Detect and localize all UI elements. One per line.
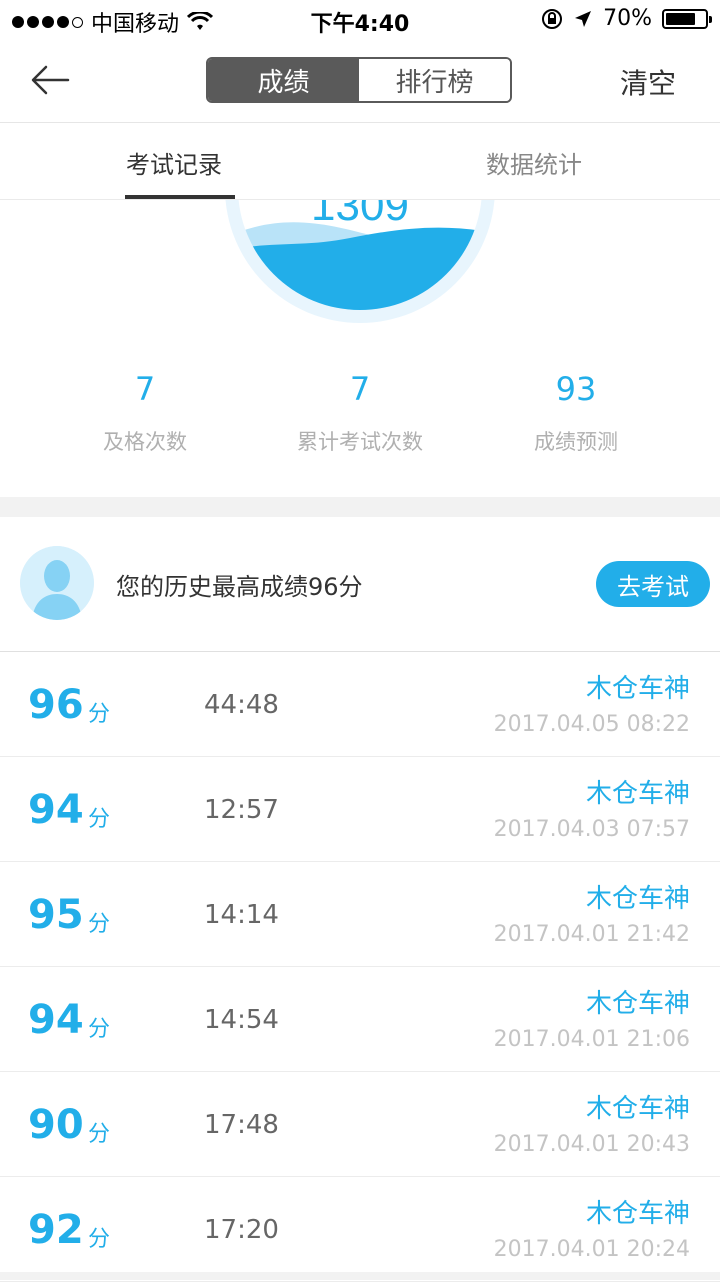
segment-score[interactable]: 成绩 xyxy=(208,59,359,101)
rotation-lock-icon xyxy=(542,8,563,29)
record-duration: 14:14 xyxy=(204,900,279,930)
stat-label: 累计考试次数 xyxy=(297,430,423,454)
record-name: 木仓车神 xyxy=(585,989,690,1019)
record-score-unit: 分 xyxy=(88,1122,111,1147)
record-score: 94 xyxy=(28,787,84,833)
record-name: 木仓车神 xyxy=(585,779,690,809)
record-score-unit: 分 xyxy=(88,1017,111,1042)
record-row[interactable]: 90 分 17:48 木仓车神 2017.04.01 20:43 xyxy=(0,1072,720,1177)
segment-ranking[interactable]: 排行榜 xyxy=(359,59,510,101)
record-row[interactable]: 94 分 12:57 木仓车神 2017.04.03 07:57 xyxy=(0,757,720,862)
record-date: 2017.04.05 08:22 xyxy=(493,712,690,737)
status-bar: 中国移动 下午4:40 70% xyxy=(0,0,720,40)
stat-value: 7 xyxy=(349,370,371,408)
stats-row: 7 及格次数 7 累计考试次数 93 成绩预测 xyxy=(0,360,720,500)
nav-bar: 成绩 排行榜 清空 xyxy=(0,40,720,123)
record-duration: 14:54 xyxy=(204,1005,279,1035)
battery-percent: 70% xyxy=(603,6,652,31)
gauge-value: 1309 xyxy=(311,200,409,230)
record-score: 94 xyxy=(28,997,84,1043)
record-row[interactable]: 95 分 14:14 木仓车神 2017.04.01 21:42 xyxy=(0,862,720,967)
tab-statistics[interactable]: 数据统计 xyxy=(486,145,582,180)
stat-prediction: 93 成绩预测 xyxy=(466,370,686,456)
take-exam-button[interactable]: 去考试 xyxy=(596,561,710,607)
record-score-unit: 分 xyxy=(88,807,111,832)
records-list: 96 分 44:48 木仓车神 2017.04.05 08:22 94 分 12… xyxy=(0,652,720,1282)
record-row[interactable]: 96 分 44:48 木仓车神 2017.04.05 08:22 xyxy=(0,652,720,757)
battery-icon xyxy=(662,8,712,29)
tab-bar: 考试记录 数据统计 xyxy=(0,123,720,200)
record-score: 95 xyxy=(28,892,84,938)
record-score: 96 xyxy=(28,682,84,728)
back-arrow-icon[interactable] xyxy=(28,58,72,102)
user-avatar-icon xyxy=(20,546,94,620)
bottom-divider xyxy=(0,1272,720,1280)
tab-exam-records[interactable]: 考试记录 xyxy=(126,145,222,180)
best-score-row: 您的历史最高成绩96分 去考试 xyxy=(0,517,720,652)
stat-total-exams: 7 累计考试次数 xyxy=(250,370,470,456)
record-date: 2017.04.01 20:43 xyxy=(493,1132,690,1157)
avatar xyxy=(20,546,94,620)
record-name: 木仓车神 xyxy=(585,1199,690,1229)
stat-label: 成绩预测 xyxy=(534,430,618,454)
stat-pass-count: 7 及格次数 xyxy=(35,370,255,456)
record-duration: 17:20 xyxy=(204,1215,279,1245)
section-divider xyxy=(0,497,720,517)
record-duration: 44:48 xyxy=(204,690,279,720)
record-date: 2017.04.03 07:57 xyxy=(493,817,690,842)
record-row[interactable]: 94 分 14:54 木仓车神 2017.04.01 21:06 xyxy=(0,967,720,1072)
stat-label: 及格次数 xyxy=(103,430,187,454)
record-score: 90 xyxy=(28,1102,84,1148)
segment-control: 成绩 排行榜 xyxy=(206,57,512,103)
record-score-unit: 分 xyxy=(88,702,111,727)
tab-underline xyxy=(125,195,235,199)
record-date: 2017.04.01 20:24 xyxy=(493,1237,690,1262)
record-date: 2017.04.01 21:42 xyxy=(493,922,690,947)
record-row[interactable]: 92 分 17:20 木仓车神 2017.04.01 20:24 xyxy=(0,1177,720,1282)
record-date: 2017.04.01 21:06 xyxy=(493,1027,690,1052)
record-score: 92 xyxy=(28,1207,84,1253)
location-icon xyxy=(575,10,592,27)
record-score-unit: 分 xyxy=(88,1227,111,1252)
record-duration: 12:57 xyxy=(204,795,279,825)
record-name: 木仓车神 xyxy=(585,884,690,914)
stat-value: 7 xyxy=(134,370,156,408)
record-name: 木仓车神 xyxy=(585,674,690,704)
clear-button[interactable]: 清空 xyxy=(620,62,676,102)
best-score-text: 您的历史最高成绩96分 xyxy=(116,573,363,601)
status-right: 70% xyxy=(541,6,712,31)
record-score-unit: 分 xyxy=(88,912,111,937)
record-name: 木仓车神 xyxy=(585,1094,690,1124)
stat-value: 93 xyxy=(555,370,597,408)
record-duration: 17:48 xyxy=(204,1110,279,1140)
